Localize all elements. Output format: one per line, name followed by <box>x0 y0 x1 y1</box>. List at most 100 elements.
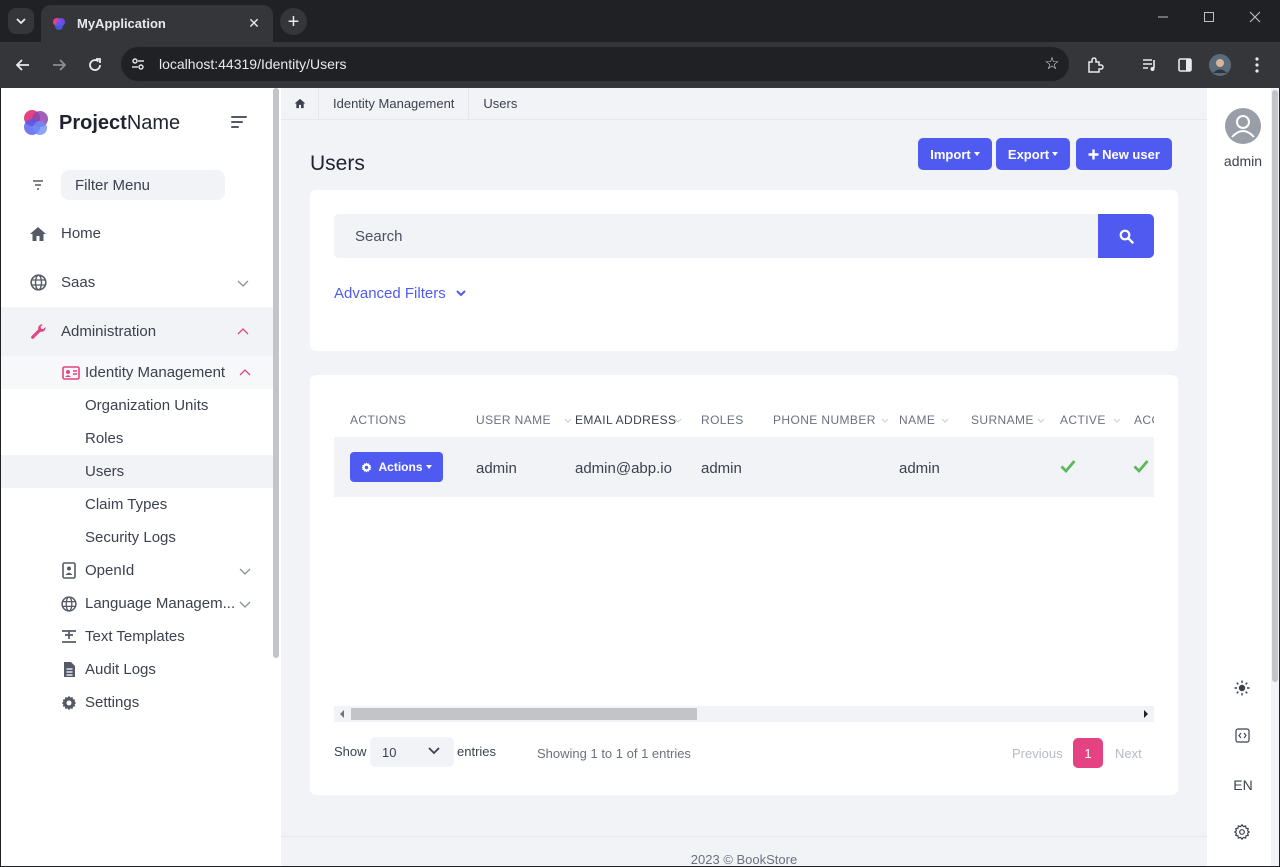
import-button[interactable]: Import <box>918 138 992 170</box>
column-header-user-name[interactable]: USER NAME <box>476 413 551 427</box>
breadcrumb-users: Users <box>483 96 518 111</box>
sidebar-item-label: Text Templates <box>85 628 185 645</box>
column-header-surname[interactable]: SURNAME <box>971 413 1034 427</box>
layout-code-icon[interactable] <box>1233 726 1251 744</box>
sidebar-item-home[interactable]: Home <box>1 209 277 258</box>
side-panel-icon[interactable] <box>1174 54 1196 76</box>
row-actions-button[interactable]: Actions <box>350 452 443 482</box>
bookmark-star-icon[interactable]: ☆ <box>1035 54 1069 74</box>
sidebar-item-label: Claim Types <box>85 496 168 513</box>
breadcrumb: Identity Management Users <box>281 88 1207 120</box>
settings-gear-icon[interactable] <box>1233 823 1251 841</box>
pagination-next[interactable]: Next <box>1115 746 1142 761</box>
address-bar[interactable]: localhost:44319/Identity/Users ☆ <box>121 47 1069 81</box>
cell-email: admin@abp.io <box>575 460 672 477</box>
tab-title: MyApplication <box>77 16 166 31</box>
brand-name: ProjectName <box>59 111 181 134</box>
text-template-icon <box>60 628 78 646</box>
table-horizontal-scrollbar[interactable] <box>334 706 1154 722</box>
browser-menu-icon[interactable] <box>1246 54 1268 76</box>
breadcrumb-identity-management[interactable]: Identity Management <box>319 88 470 120</box>
sidebar-item-label: Organization Units <box>85 397 209 414</box>
sidebar-item-security-logs[interactable]: Security Logs <box>1 521 277 554</box>
browser-tab[interactable]: MyApplication ✕ <box>41 5 273 42</box>
sidebar-item-audit-logs[interactable]: Audit Logs <box>1 653 277 686</box>
new-user-button[interactable]: New user <box>1076 138 1172 170</box>
filter-menu-input[interactable] <box>61 170 225 200</box>
caret-down-icon <box>425 465 432 469</box>
page-scrollbar-thumb[interactable] <box>1272 90 1278 682</box>
pagination-previous[interactable]: Previous <box>1012 746 1063 761</box>
search-button[interactable] <box>1098 214 1154 258</box>
media-control-icon[interactable] <box>1139 54 1161 76</box>
maximize-icon[interactable] <box>1198 10 1220 26</box>
filter-icon <box>33 180 43 190</box>
reload-icon[interactable] <box>83 53 107 77</box>
breadcrumb-home-icon[interactable] <box>281 88 319 120</box>
sidebar-scrollbar[interactable] <box>273 88 279 658</box>
advanced-filters-toggle[interactable]: Advanced Filters <box>334 285 466 302</box>
column-header-acc[interactable]: ACC <box>1134 413 1154 427</box>
brand[interactable]: ProjectName <box>21 108 180 138</box>
app-favicon-icon <box>53 17 65 30</box>
users-table-card: ACTIONS USER NAME EMAIL ADDRESS ROLES PH… <box>310 375 1178 795</box>
column-header-name[interactable]: NAME <box>899 413 935 427</box>
sidebar-item-label: Audit Logs <box>85 661 156 678</box>
new-tab-button[interactable]: + <box>280 8 307 35</box>
sidebar-item-claim-types[interactable]: Claim Types <box>1 488 277 521</box>
sidebar-item-administration[interactable]: Administration <box>1 307 277 356</box>
window-close-icon[interactable] <box>1244 10 1266 26</box>
sidebar-item-openid[interactable]: OpenId <box>1 554 277 587</box>
sidebar-item-label: Home <box>61 225 102 242</box>
profile-avatar-icon[interactable] <box>1209 54 1231 76</box>
chevron-down-icon <box>239 601 251 608</box>
file-icon <box>60 661 78 679</box>
scroll-left-arrow-icon[interactable] <box>340 710 344 718</box>
brand-logo-icon <box>24 110 48 135</box>
main-content: Identity Management Users Users Import E… <box>281 88 1207 866</box>
sidebar-item-users[interactable]: Users <box>1 455 277 488</box>
column-header-active[interactable]: ACTIVE <box>1060 413 1106 427</box>
sidebar-item-language-management[interactable]: Language Managem... <box>1 587 277 620</box>
show-label: Show <box>334 744 367 759</box>
back-arrow-icon[interactable] <box>11 53 35 77</box>
chevron-down-icon <box>456 290 466 297</box>
sidebar-toggle-icon[interactable] <box>231 116 249 130</box>
chevron-up-icon <box>239 368 251 375</box>
pagination-page-1[interactable]: 1 <box>1073 738 1103 768</box>
sidebar-item-label: Roles <box>85 430 124 447</box>
scrollbar-thumb[interactable] <box>351 708 697 720</box>
search-input[interactable] <box>334 214 1098 258</box>
sidebar-item-label: Identity Management <box>85 364 226 381</box>
address-url[interactable]: localhost:44319/Identity/Users <box>159 56 1035 72</box>
sidebar-item-roles[interactable]: Roles <box>1 422 277 455</box>
forward-arrow-icon[interactable] <box>47 53 71 77</box>
export-button[interactable]: Export <box>996 138 1070 170</box>
sort-icon <box>674 418 682 423</box>
column-header-email-address[interactable]: EMAIL ADDRESS <box>575 413 676 427</box>
theme-sun-icon[interactable] <box>1233 679 1251 697</box>
minimize-icon[interactable] <box>1152 10 1174 26</box>
tab-search-button[interactable] <box>8 8 34 34</box>
tab-close-icon[interactable]: ✕ <box>245 15 263 32</box>
page-scrollbar[interactable] <box>1271 88 1279 866</box>
sidebar-item-label: Security Logs <box>85 529 176 546</box>
chevron-down-icon <box>428 747 440 755</box>
extensions-icon[interactable] <box>1084 54 1106 76</box>
user-avatar-icon[interactable] <box>1225 108 1261 144</box>
gear-icon <box>60 694 78 712</box>
sidebar-item-saas[interactable]: Saas <box>1 258 277 307</box>
page-viewport: ProjectName Home Saas <box>1 88 1279 866</box>
column-header-phone-number[interactable]: PHONE NUMBER <box>773 413 876 427</box>
site-info-icon[interactable] <box>123 49 153 79</box>
sidebar-item-settings[interactable]: Settings <box>1 686 277 719</box>
current-user-name[interactable]: admin <box>1207 153 1279 169</box>
scroll-right-arrow-icon[interactable] <box>1144 710 1148 718</box>
globe-icon <box>60 595 78 613</box>
page-size-select[interactable]: 10 <box>370 737 454 767</box>
sidebar-item-identity-management[interactable]: Identity Management <box>1 356 277 389</box>
sidebar-item-organization-units[interactable]: Organization Units <box>1 389 277 422</box>
sidebar-item-text-templates[interactable]: Text Templates <box>1 620 277 653</box>
language-selector[interactable]: EN <box>1207 777 1279 793</box>
id-card-icon <box>61 364 81 382</box>
